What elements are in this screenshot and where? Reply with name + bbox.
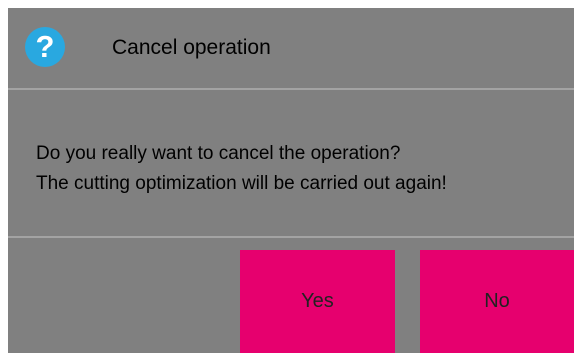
- title-divider: [8, 88, 574, 90]
- dialog-title: Cancel operation: [112, 36, 271, 59]
- button-divider: [8, 236, 574, 238]
- yes-button[interactable]: Yes: [240, 250, 395, 353]
- dialog-title-bar: ? Cancel operation: [8, 8, 574, 88]
- question-mark-icon: ?: [25, 27, 65, 67]
- cancel-operation-dialog: ? Cancel operation Do you really want to…: [8, 8, 574, 353]
- dialog-message: Do you really want to cancel the operati…: [36, 139, 447, 199]
- message-line: Do you really want to cancel the operati…: [36, 143, 401, 164]
- message-line: The cutting optimization will be carried…: [36, 173, 447, 194]
- no-button[interactable]: No: [420, 250, 574, 353]
